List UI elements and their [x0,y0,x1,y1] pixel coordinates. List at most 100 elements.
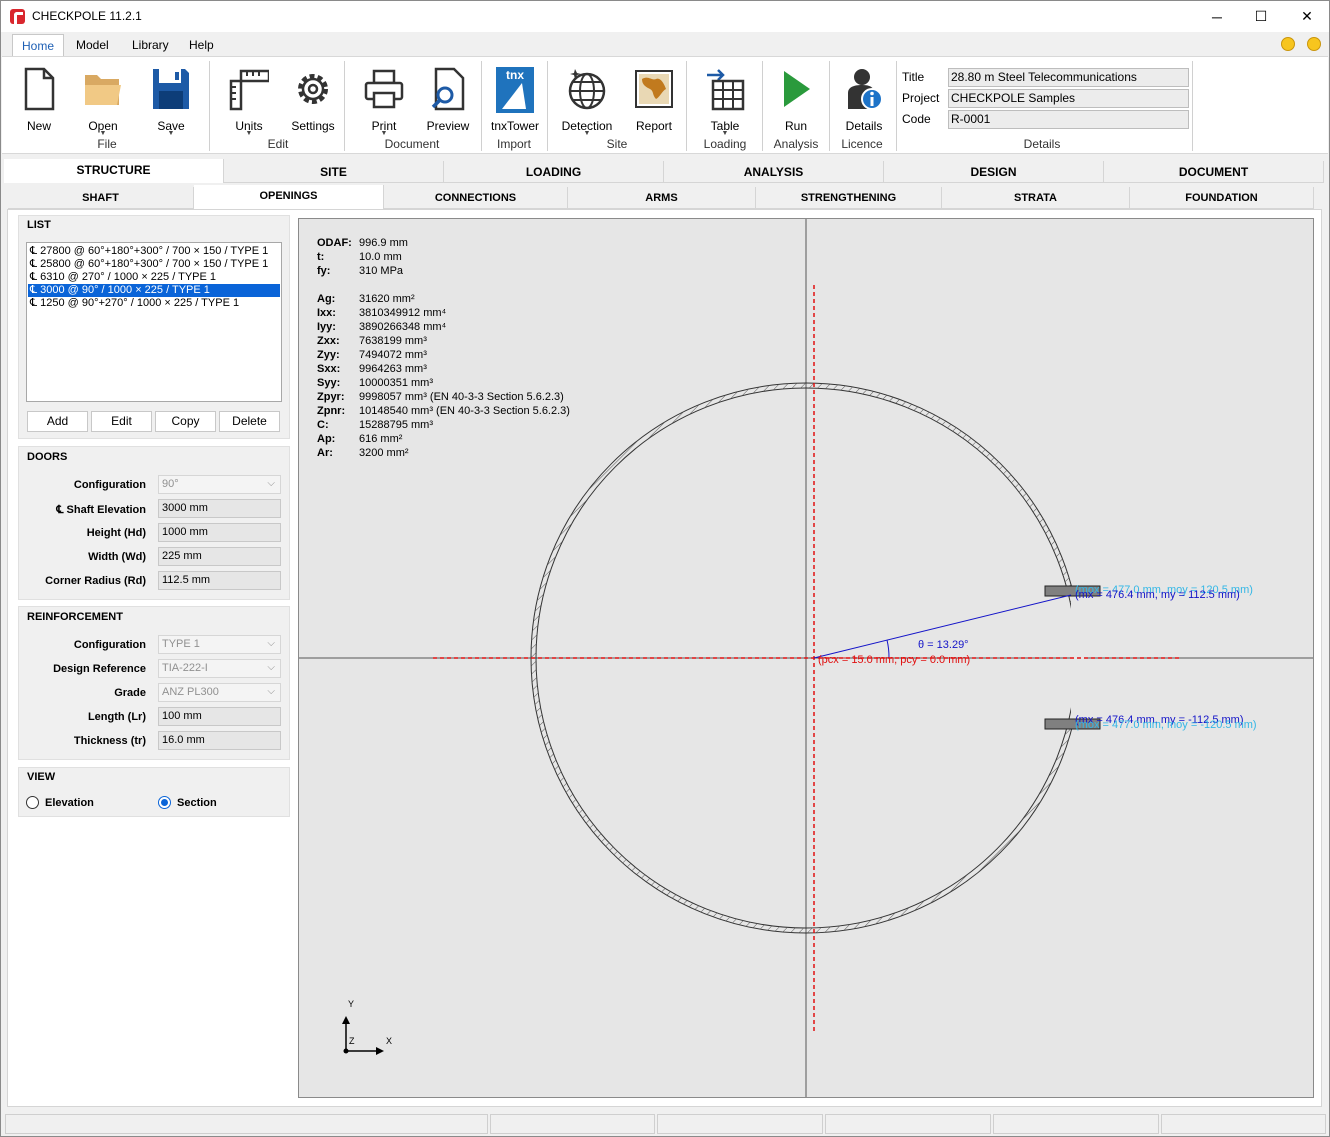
edit-button[interactable]: Edit [91,411,152,432]
report-button[interactable]: Report [628,63,680,133]
menu-tab-help[interactable]: Help [180,34,223,56]
group-edit-label: Edit [267,137,289,151]
add-button[interactable]: Add [27,411,88,432]
reinf-configuration-label: Configuration [73,639,146,651]
chevron-down-icon: ⌵ [267,662,275,673]
section-drawing-canvas[interactable]: θ = 13.29° (pcx = 15.0 mm, pcy = 0.0 mm)… [298,218,1314,1098]
elevation-radio-label[interactable]: Elevation [45,797,94,809]
title-field[interactable]: 28.80 m Steel Telecommunications Monopol… [948,68,1189,101]
y-axis-label: Y [348,999,355,1009]
tab-arms[interactable]: ARMS [568,187,756,209]
prop-value: 31620 mm² [359,293,415,305]
licence-details-button[interactable]: Details [840,63,888,133]
tab-strengthening[interactable]: STRENGTHENING [756,187,942,209]
prop-value: 9998057 mm³ (EN 40-3-3 Section 5.6.2.3) [359,391,564,403]
preview-button[interactable]: Preview [422,63,474,133]
window-title: CHECKPOLE 11.2.1 [32,9,142,23]
menu-tab-home[interactable]: Home [12,34,65,56]
status-cell [490,1114,655,1134]
title-bar: CHECKPOLE 11.2.1 ─ ☐ ✕ [1,1,1329,32]
corner-radius-label: Corner Radius (Rd) [45,575,146,587]
code-field[interactable]: R-0001 [948,110,1189,129]
delete-button[interactable]: Delete [219,411,280,432]
tab-site[interactable]: SITE [224,161,444,183]
tab-strata[interactable]: STRATA [942,187,1130,209]
reinf-thickness-field[interactable]: 16.0 mm [158,731,281,750]
save-button[interactable]: Save ▼ [146,63,196,137]
tnxtower-button[interactable]: tnx tnxTower [489,63,541,133]
elevation-radio[interactable] [26,796,39,809]
table-icon [707,69,745,111]
door-width-field[interactable]: 225 mm [158,547,281,566]
sub-tab-strip: SHAFT OPENINGS CONNECTIONS ARMS STRENGTH… [8,185,1314,209]
prop-value: 3200 mm² [359,447,409,459]
sad-feedback-icon[interactable] [1307,37,1321,51]
prop-value: 996.9 mm [359,237,408,249]
status-cell [657,1114,823,1134]
door-configuration-value: 90° [162,478,179,490]
project-field[interactable]: CHECKPOLE Samples [948,89,1189,108]
ribbon-separator [896,61,897,151]
units-button[interactable]: Units ▼ [222,63,276,137]
list-heading: LIST [27,219,51,231]
run-button[interactable]: Run [772,63,820,133]
menu-tab-model[interactable]: Model [67,34,118,56]
list-item-selected[interactable]: ℄ 3000 @ 90° / 1000 × 225 / TYPE 1 [28,284,280,297]
tab-document[interactable]: DOCUMENT [1104,161,1324,183]
design-reference-select[interactable]: TIA-222-I ⌵ [158,659,281,678]
list-item[interactable]: ℄ 1250 @ 90°+270° / 1000 × 225 / TYPE 1 [28,297,280,310]
print-button[interactable]: Print ▼ [359,63,409,137]
chevron-down-icon: ▼ [99,130,107,137]
reinf-length-field[interactable]: 100 mm [158,707,281,726]
close-button[interactable]: ✕ [1284,1,1330,32]
chevron-down-icon: ⌵ [267,686,275,697]
prop-value: 9964263 mm³ [359,363,427,375]
tab-connections[interactable]: CONNECTIONS [384,187,568,209]
view-heading: VIEW [27,771,56,783]
section-radio[interactable] [158,796,171,809]
ribbon-separator [481,61,482,151]
door-height-field[interactable]: 1000 mm [158,523,281,542]
list-item[interactable]: ℄ 25800 @ 60°+180°+300° / 700 × 150 / TY… [28,258,280,271]
openings-list[interactable]: ℄ 27800 @ 60°+180°+300° / 700 × 150 / TY… [26,242,282,402]
tab-loading[interactable]: LOADING [444,161,664,183]
list-item[interactable]: ℄ 6310 @ 270° / 1000 × 225 / TYPE 1 [28,271,280,284]
new-button[interactable]: New [16,63,62,133]
centroid-label: (pcx = 15.0 mm, pcy = 0.0 mm) [818,654,971,666]
tab-shaft[interactable]: SHAFT [8,187,194,209]
tab-openings[interactable]: OPENINGS [194,185,384,209]
open-button[interactable]: Open ▼ [76,63,130,137]
settings-button[interactable]: Settings [286,63,340,133]
preview-label: Preview [426,119,470,133]
y-arrowhead [342,1016,350,1024]
menu-tab-library[interactable]: Library [123,34,178,56]
minimize-button[interactable]: ─ [1194,1,1240,32]
list-item[interactable]: ℄ 27800 @ 60°+180°+300° / 700 × 150 / TY… [28,245,280,258]
copy-button[interactable]: Copy [155,411,216,432]
chevron-down-icon: ▼ [167,130,175,137]
tab-design[interactable]: DESIGN [884,161,1104,183]
happy-feedback-icon[interactable] [1281,37,1295,51]
status-cell [1161,1114,1326,1134]
tnxtower-label: tnxTower [490,119,540,133]
ribbon-separator [1192,61,1193,151]
maximize-button[interactable]: ☐ [1238,1,1284,32]
chevron-down-icon: ▼ [245,130,253,137]
prop-key: Ap: [317,433,336,445]
tab-structure[interactable]: STRUCTURE [4,159,224,183]
prop-key: Syy: [317,377,341,389]
reinf-configuration-select[interactable]: TYPE 1 ⌵ [158,635,281,654]
tab-analysis[interactable]: ANALYSIS [664,161,884,183]
design-reference-value: TIA-222-I [162,662,208,674]
section-radio-label[interactable]: Section [177,797,217,809]
detection-button[interactable]: Detection ▼ [558,63,616,137]
shaft-elevation-field[interactable]: 3000 mm [158,499,281,518]
table-button[interactable]: Table ▼ [698,63,752,137]
prop-key: Ixx: [317,307,336,319]
grade-select[interactable]: ANZ PL300 ⌵ [158,683,281,702]
tab-foundation[interactable]: FOUNDATION [1130,187,1314,209]
corner-radius-field[interactable]: 112.5 mm [158,571,281,590]
new-label: New [26,119,51,133]
report-label: Report [635,119,673,133]
door-configuration-select[interactable]: 90° ⌵ [158,475,281,494]
